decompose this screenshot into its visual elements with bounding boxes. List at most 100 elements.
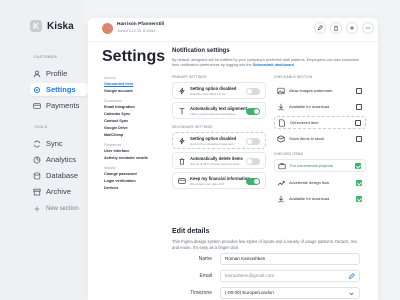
checked-label: Accelerate design flow [289,180,330,185]
text-icon [179,108,185,115]
subnav-item-google-account[interactable]: Google account [104,88,168,95]
subnav-item-calendar[interactable]: Calendar Sync [104,111,168,118]
subnav-item-reminders[interactable]: Activity reminder emails [104,155,168,162]
bolt-icon [179,137,185,145]
setting-toggle[interactable] [246,138,260,145]
sidebar-item-label: New section [46,205,79,212]
email-field[interactable]: kamushken@gmail.com [220,270,360,282]
notification-settings-title: Notification settings [172,48,230,54]
timezone-select[interactable]: (-00:00) Europe/London [220,287,360,299]
pencil-icon [317,25,323,31]
delete-button[interactable] [330,22,342,34]
secondary-settings-label: SECONDARY SETTINGS [172,125,213,129]
email-value: kamushken@gmail.com [225,273,275,278]
subnav-item-mailchimp[interactable]: MailChimp [104,132,168,139]
setting-title: Setting option disabled [190,136,237,141]
setting-toggle[interactable] [246,88,260,95]
sidebar-item-database[interactable]: Database [30,169,88,182]
sidebar-item-settings[interactable]: Settings [30,83,88,96]
app-logo[interactable]: K Kiska [30,20,74,32]
sidebar-section-tools: TOOLS [34,125,48,129]
setting-desc: This is useful experimental feature [190,112,236,116]
sidebar: K Kiska CUSTOMIZE Profile Settings Payme… [0,0,88,300]
checkable-item[interactable]: Show items in stock [274,132,366,145]
setting-row: Automatically delete items Get rid of al… [172,152,266,169]
setting-toggle[interactable] [246,108,260,115]
main-panel: Harrison Pfannerstill Joined 5-12-15, 8:… [88,18,378,300]
subnav-section-label: Security [104,166,116,170]
setting-toggle[interactable] [246,158,260,165]
checkbox[interactable] [356,179,362,186]
checked-items-label: CHECKED ITEMS [274,152,303,156]
edit-details-desc: This Figma design system provides few st… [172,239,358,250]
checkable-label: Show items in stock [289,136,325,141]
checked-item[interactable]: Accelerate design flow [274,176,366,189]
checked-item[interactable]: Available for download [274,192,366,205]
user-icon [33,70,41,77]
download-icon [278,103,284,110]
sidebar-section-customize: CUSTOMIZE [34,55,58,59]
card-icon [33,102,41,109]
edit-icon[interactable] [348,273,355,280]
timezone-label: Timezone [190,290,212,296]
checkable-item[interactable]: Allow images watermark [274,84,366,97]
sidebar-item-payments[interactable]: Payments [30,99,88,112]
subnav-section-label: Connections [104,99,122,103]
setting-title: Automatically text alignment [190,106,248,111]
checkable-item[interactable]: Available for download [274,100,366,113]
name-label: Name [198,256,212,262]
trash-icon [179,157,185,165]
add-button[interactable] [346,22,358,34]
sidebar-item-archive[interactable]: Archive [30,185,88,198]
avatar[interactable] [102,23,113,34]
setting-row: Automatically text alignment This is use… [172,102,266,119]
checkbox[interactable] [356,103,362,110]
trash-icon [334,25,338,31]
sidebar-item-label: Profile [46,69,68,78]
doc-icon [279,118,285,127]
sidebar-item-analytics[interactable]: Analytics [30,153,88,166]
checkbox[interactable] [355,119,361,126]
edit-button[interactable] [314,22,326,34]
subnav-item-contact[interactable]: Contact Sync [104,118,168,125]
logo-icon: K [30,20,42,32]
sidebar-item-label: Sync [46,139,63,148]
setting-desc: Get rid of all 5 old busy items by date [190,162,240,166]
chevron-down-icon [349,292,354,296]
sync-icon [33,140,41,147]
setting-toggle[interactable] [246,178,260,185]
checkable-label: Onhovered item [290,120,319,125]
checkbox[interactable] [356,195,362,202]
sidebar-item-profile[interactable]: Profile [30,67,88,80]
user-joined-date: Joined 5-12-15, 8:12AM [117,29,156,33]
sidebar-item-new-section[interactable]: New section [30,202,88,215]
sidebar-item-label: Payments [46,101,80,110]
plus-icon [349,25,355,31]
sidebar-item-label: Archive [46,187,72,196]
subnav-item-email[interactable]: Email integration [104,104,168,111]
sidebar-item-label: Database [46,171,79,180]
top-bar: Harrison Pfannerstill Joined 5-12-15, 8:… [88,18,378,42]
more-button[interactable] [362,22,374,34]
checkable-label: Available for download [289,104,330,109]
checked-item[interactable]: For commercial projects [274,159,366,172]
checkbox[interactable] [355,162,361,169]
setting-title: Keep my financial information [190,176,250,181]
subnav-item-password[interactable]: Change password [104,171,168,178]
sidebar-item-label: Analytics [46,155,77,164]
checkbox[interactable] [356,135,362,142]
subnav-item-onboarded[interactable]: Onboarded item [104,81,168,88]
checkable-item[interactable]: Onhovered item [274,116,366,129]
setting-row: Setting option disabled Describe here wh… [172,82,266,99]
bolt-icon [179,87,185,95]
name-field[interactable]: Roman Kamushken [220,253,360,265]
download-icon [278,195,284,202]
subnav-item-drive[interactable]: Google Drive [104,125,168,132]
subnav-item-devices[interactable]: Devices [104,185,168,192]
checkbox[interactable] [356,87,362,94]
dashboard-link[interactable]: Sobreadmit dashboard [253,63,294,67]
card-icon [178,178,186,184]
subnav-item-ui[interactable]: User interface [104,148,168,155]
subnav-item-login-verification[interactable]: Login verification [104,178,168,185]
sidebar-item-sync[interactable]: Sync [30,137,88,150]
